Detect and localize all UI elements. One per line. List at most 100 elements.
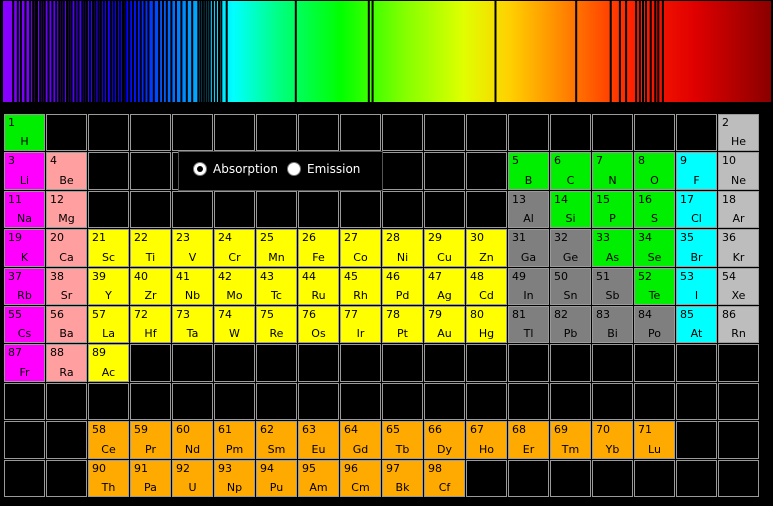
element-cell-gd[interactable]: 64 Gd bbox=[340, 421, 381, 459]
element-cell-c[interactable]: 6C bbox=[550, 152, 591, 190]
element-cell-cf[interactable]: 98 Cf bbox=[424, 459, 465, 497]
element-cell-k[interactable]: 19 K bbox=[4, 229, 45, 267]
element-cell-s[interactable]: 16 S bbox=[634, 190, 675, 229]
element-cell-pt[interactable]: 78 Pt bbox=[382, 306, 423, 344]
element-cell-cr[interactable]: 24 Cr bbox=[214, 229, 255, 267]
element-cell-ga[interactable]: 31 Ga bbox=[508, 229, 549, 267]
element-cell-hg[interactable]: 80 Hg bbox=[466, 306, 507, 344]
element-cell-bi[interactable]: 83 Bi bbox=[592, 306, 633, 344]
element-cell-rh[interactable]: 45 Rh bbox=[340, 267, 381, 305]
element-cell-zn[interactable]: 30 Zn bbox=[466, 229, 507, 267]
element-cell-zr[interactable]: 40 Zr bbox=[130, 267, 171, 305]
element-cell-au[interactable]: 79 Au bbox=[424, 306, 465, 344]
element-cell-ce[interactable]: 58 Ce bbox=[88, 421, 129, 459]
element-cell-mo[interactable]: 42 Mo bbox=[214, 267, 255, 305]
element-cell-rn[interactable]: 86 Rn bbox=[718, 306, 759, 344]
element-cell-ru[interactable]: 44 Ru bbox=[298, 267, 339, 305]
element-cell-ba[interactable]: 56 Ba bbox=[46, 306, 87, 344]
element-cell-v[interactable]: 23 V bbox=[172, 229, 213, 267]
element-cell-pr[interactable]: 59 Pr bbox=[130, 421, 171, 459]
element-cell-tl[interactable]: 81 Tl bbox=[508, 306, 549, 344]
element-cell-he[interactable]: 2 He bbox=[718, 114, 759, 152]
element-cell-tc[interactable]: 43 Tc bbox=[256, 267, 297, 305]
element-cell-li[interactable]: 3 Li bbox=[4, 152, 45, 190]
element-cell-pa[interactable]: 91 Pa bbox=[130, 459, 171, 497]
element-cell-ta[interactable]: 73 Ta bbox=[172, 306, 213, 344]
element-cell-o[interactable]: 8O bbox=[634, 152, 675, 190]
element-cell-cu[interactable]: 29 Cu bbox=[424, 229, 465, 267]
element-cell-br[interactable]: 35 Br bbox=[676, 229, 717, 267]
element-cell-mg[interactable]: 12 Mg bbox=[46, 190, 87, 229]
element-cell-at[interactable]: 85 At bbox=[676, 306, 717, 344]
element-cell-u[interactable]: 92 U bbox=[172, 459, 213, 497]
element-cell-w[interactable]: 74 W bbox=[214, 306, 255, 344]
element-cell-bk[interactable]: 97 Bk bbox=[382, 459, 423, 497]
element-cell-ne[interactable]: 10 Ne bbox=[718, 152, 759, 190]
element-cell-ag[interactable]: 47 Ag bbox=[424, 267, 465, 305]
element-cell-ir[interactable]: 77 Ir bbox=[340, 306, 381, 344]
element-cell-hf[interactable]: 72 Hf bbox=[130, 306, 171, 344]
element-cell-ti[interactable]: 22 Ti bbox=[130, 229, 171, 267]
element-cell-la[interactable]: 57 La bbox=[88, 306, 129, 344]
element-cell-tb[interactable]: 65 Tb bbox=[382, 421, 423, 459]
element-cell-pb[interactable]: 82 Pb bbox=[550, 306, 591, 344]
element-cell-f[interactable]: 9F bbox=[676, 152, 717, 190]
element-cell-pu[interactable]: 94 Pu bbox=[256, 459, 297, 497]
element-cell-mn[interactable]: 25 Mn bbox=[256, 229, 297, 267]
element-cell-th[interactable]: 90 Th bbox=[88, 459, 129, 497]
element-cell-in[interactable]: 49 In bbox=[508, 267, 549, 305]
element-cell-i[interactable]: 53 I bbox=[676, 267, 717, 305]
element-cell-xe[interactable]: 54 Xe bbox=[718, 267, 759, 305]
element-cell-er[interactable]: 68 Er bbox=[508, 421, 549, 459]
emission-radio-icon[interactable] bbox=[287, 162, 301, 176]
element-cell-tm[interactable]: 69 Tm bbox=[550, 421, 591, 459]
element-cell-co[interactable]: 27 Co bbox=[340, 229, 381, 267]
element-cell-rb[interactable]: 37 Rb bbox=[4, 267, 45, 305]
element-cell-cm[interactable]: 96 Cm bbox=[340, 459, 381, 497]
element-cell-sc[interactable]: 21 Sc bbox=[88, 229, 129, 267]
element-cell-ac[interactable]: 89 Ac bbox=[88, 344, 129, 382]
element-cell-os[interactable]: 76 Os bbox=[298, 306, 339, 344]
absorption-radio-icon[interactable] bbox=[193, 162, 207, 176]
element-cell-sn[interactable]: 50 Sn bbox=[550, 267, 591, 305]
element-cell-np[interactable]: 93 Np bbox=[214, 459, 255, 497]
element-cell-ra[interactable]: 88 Ra bbox=[46, 344, 87, 382]
element-cell-ho[interactable]: 67 Ho bbox=[466, 421, 507, 459]
element-cell-cd[interactable]: 48 Cd bbox=[466, 267, 507, 305]
element-cell-kr[interactable]: 36 Kr bbox=[718, 229, 759, 267]
element-cell-dy[interactable]: 66 Dy bbox=[424, 421, 465, 459]
element-cell-sb[interactable]: 51 Sb bbox=[592, 267, 633, 305]
element-cell-fe[interactable]: 26 Fe bbox=[298, 229, 339, 267]
element-cell-y[interactable]: 39 Y bbox=[88, 267, 129, 305]
element-cell-be[interactable]: 4 Be bbox=[46, 152, 87, 190]
element-cell-nb[interactable]: 41 Nb bbox=[172, 267, 213, 305]
element-cell-h[interactable]: 1H bbox=[4, 114, 45, 152]
emission-radio[interactable]: Emission bbox=[287, 162, 360, 176]
element-cell-p[interactable]: 15 P bbox=[592, 190, 633, 229]
element-cell-se[interactable]: 34 Se bbox=[634, 229, 675, 267]
element-cell-pd[interactable]: 46 Pd bbox=[382, 267, 423, 305]
element-cell-re[interactable]: 75 Re bbox=[256, 306, 297, 344]
element-cell-lu[interactable]: 71 Lu bbox=[634, 421, 675, 459]
element-cell-fr[interactable]: 87 Fr bbox=[4, 344, 45, 382]
element-cell-al[interactable]: 13 Al bbox=[508, 190, 549, 229]
element-cell-as[interactable]: 33 As bbox=[592, 229, 633, 267]
element-cell-pm[interactable]: 61 Pm bbox=[214, 421, 255, 459]
element-cell-yb[interactable]: 70 Yb bbox=[592, 421, 633, 459]
element-cell-b[interactable]: 5B bbox=[508, 152, 549, 190]
element-cell-cl[interactable]: 17 Cl bbox=[676, 190, 717, 229]
element-cell-eu[interactable]: 63 Eu bbox=[298, 421, 339, 459]
element-cell-sr[interactable]: 38 Sr bbox=[46, 267, 87, 305]
element-cell-am[interactable]: 95 Am bbox=[298, 459, 339, 497]
element-cell-ge[interactable]: 32 Ge bbox=[550, 229, 591, 267]
element-cell-sm[interactable]: 62 Sm bbox=[256, 421, 297, 459]
absorption-radio[interactable]: Absorption bbox=[193, 162, 278, 176]
element-cell-n[interactable]: 7N bbox=[592, 152, 633, 190]
element-cell-ar[interactable]: 18 Ar bbox=[718, 190, 759, 229]
element-cell-ni[interactable]: 28 Ni bbox=[382, 229, 423, 267]
element-cell-nd[interactable]: 60 Nd bbox=[172, 421, 213, 459]
element-cell-ca[interactable]: 20 Ca bbox=[46, 229, 87, 267]
element-cell-si[interactable]: 14 Si bbox=[550, 190, 591, 229]
element-cell-te[interactable]: 52 Te bbox=[634, 267, 675, 305]
element-cell-po[interactable]: 84 Po bbox=[634, 306, 675, 344]
